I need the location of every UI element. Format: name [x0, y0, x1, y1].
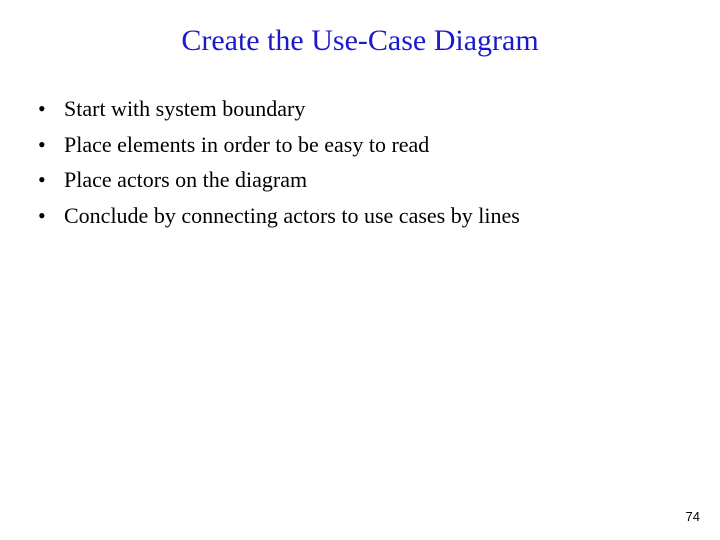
bullet-text: Place actors on the diagram [64, 165, 307, 195]
list-item: • Conclude by connecting actors to use c… [36, 201, 720, 231]
slide-title: Create the Use-Case Diagram [0, 0, 720, 94]
bullet-icon: • [36, 201, 64, 231]
bullet-text: Conclude by connecting actors to use cas… [64, 201, 520, 231]
bullet-list: • Start with system boundary • Place ele… [0, 94, 720, 231]
bullet-icon: • [36, 130, 64, 160]
list-item: • Place actors on the diagram [36, 165, 720, 195]
bullet-text: Place elements in order to be easy to re… [64, 130, 429, 160]
list-item: • Place elements in order to be easy to … [36, 130, 720, 160]
bullet-text: Start with system boundary [64, 94, 305, 124]
list-item: • Start with system boundary [36, 94, 720, 124]
bullet-icon: • [36, 94, 64, 124]
page-number: 74 [686, 509, 700, 524]
bullet-icon: • [36, 165, 64, 195]
